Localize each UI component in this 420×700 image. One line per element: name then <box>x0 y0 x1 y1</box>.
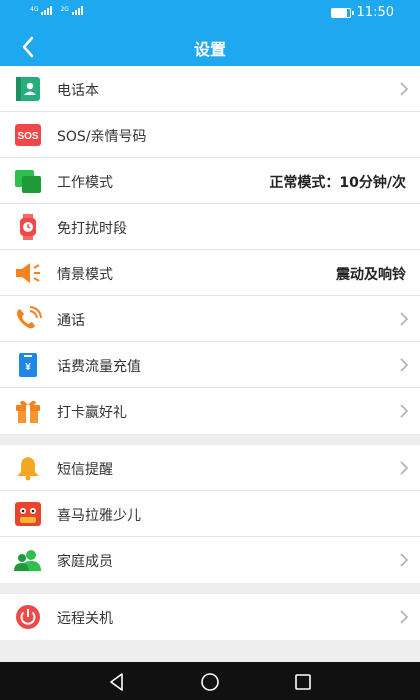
page-title: 设置 <box>193 40 226 59</box>
work-mode-icon <box>15 170 41 193</box>
chevron-right-icon <box>400 312 409 326</box>
app-header: 设置 <box>0 28 420 66</box>
phone-call-icon <box>17 306 42 329</box>
settings-item-label: 家庭成员 <box>57 554 113 570</box>
settings-item-family-members[interactable]: 家庭成员 <box>0 537 420 583</box>
settings-item-label: 电话本 <box>57 83 99 99</box>
settings-item-do-not-disturb[interactable]: 免打扰时段 <box>0 204 420 250</box>
section-divider <box>0 583 420 594</box>
watch-icon <box>20 214 36 240</box>
battery-icon <box>330 7 354 18</box>
section-divider <box>0 434 420 445</box>
family-members-icon <box>14 550 41 571</box>
scene-mode-value: 震动及响铃 <box>336 267 406 283</box>
status-bar: 4G 2G 11:50 <box>0 0 420 28</box>
settings-item-label: 远程关机 <box>57 611 113 627</box>
settings-item-contacts[interactable]: 电话本 <box>0 66 420 112</box>
nav-back-icon[interactable] <box>106 671 128 693</box>
settings-item-ximalaya-kids[interactable]: 喜马拉雅少儿 <box>0 491 420 537</box>
clock: 11:50 <box>356 5 394 20</box>
bell-icon <box>17 457 39 481</box>
settings-item-label: 通话 <box>57 313 85 329</box>
nav-home-icon[interactable] <box>199 671 221 693</box>
settings-item-call[interactable]: 通话 <box>0 296 420 342</box>
chevron-right-icon <box>400 461 409 475</box>
settings-list: 电话本 SOS SOS/亲情号码 工作模式 正常模式：10分钟/次 免打扰时段 <box>0 66 420 640</box>
settings-item-label: 喜马拉雅少儿 <box>57 508 141 524</box>
chevron-right-icon <box>400 404 409 418</box>
settings-item-label: 打卡赢好礼 <box>57 405 127 421</box>
settings-item-checkin-gift[interactable]: 打卡赢好礼 <box>0 388 420 434</box>
chevron-right-icon <box>400 553 409 567</box>
signal-icon: 4G <box>30 6 53 15</box>
recharge-icon-text: ¥ <box>25 362 31 373</box>
signal-icon: 2G <box>60 6 83 15</box>
sos-icon-text: SOS <box>17 131 38 142</box>
settings-item-label: SOS/亲情号码 <box>57 129 147 145</box>
power-icon <box>16 605 40 629</box>
chevron-right-icon <box>400 358 409 372</box>
chevron-right-icon <box>400 82 409 96</box>
settings-item-sos[interactable]: SOS SOS/亲情号码 <box>0 112 420 158</box>
work-mode-value: 正常模式：10分钟/次 <box>269 175 406 191</box>
ximalaya-kids-icon <box>15 502 41 526</box>
settings-item-work-mode[interactable]: 工作模式 正常模式：10分钟/次 <box>0 158 420 204</box>
sim1-label: 4G <box>30 6 39 13</box>
sim2-label: 2G <box>60 6 69 13</box>
settings-item-remote-shutdown[interactable]: 远程关机 <box>0 594 420 640</box>
speaker-icon <box>16 263 40 283</box>
chevron-right-icon <box>400 610 409 624</box>
settings-item-label: 工作模式 <box>57 175 113 191</box>
settings-item-label: 短信提醒 <box>57 462 113 478</box>
gift-icon <box>16 400 40 423</box>
settings-item-label: 话费流量充值 <box>57 359 141 375</box>
settings-item-label: 免打扰时段 <box>57 221 127 237</box>
settings-item-label: 情景模式 <box>57 267 113 283</box>
settings-item-sms-reminder[interactable]: 短信提醒 <box>0 445 420 491</box>
nav-recents-icon[interactable] <box>292 671 314 693</box>
recharge-icon: ¥ <box>19 353 37 377</box>
settings-item-scene-mode[interactable]: 情景模式 震动及响铃 <box>0 250 420 296</box>
sos-icon: SOS <box>15 124 41 146</box>
contacts-icon <box>16 77 40 101</box>
settings-item-recharge[interactable]: ¥ 话费流量充值 <box>0 342 420 388</box>
system-nav-bar <box>0 662 420 700</box>
